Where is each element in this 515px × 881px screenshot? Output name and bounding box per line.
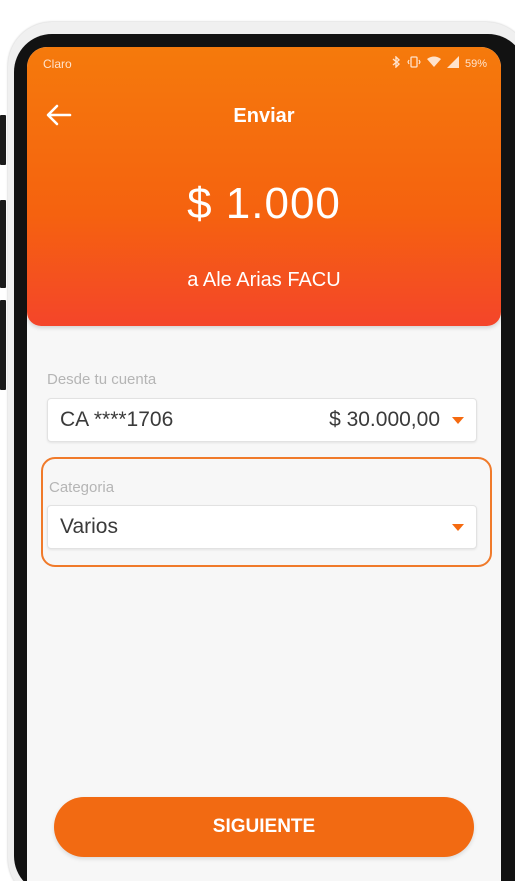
- carrier-label: Claro: [43, 57, 72, 71]
- bluetooth-icon: [392, 55, 401, 71]
- status-icons: 59%: [392, 55, 487, 71]
- page-title: Enviar: [233, 105, 295, 127]
- next-button[interactable]: SIGUIENTE: [54, 797, 474, 857]
- chevron-down-icon: [452, 416, 464, 424]
- header: Claro 59% Enviar $ 1.000 a Ale Arias FAC…: [27, 47, 501, 326]
- account-number: CA ****1706: [60, 408, 174, 431]
- vibrate-icon: [407, 56, 421, 71]
- phone-side-button: [0, 300, 6, 390]
- transfer-amount: $ 1.000: [187, 179, 341, 228]
- recipient-label: a Ale Arias FACU: [187, 269, 341, 291]
- phone-side-button: [0, 200, 6, 288]
- account-label: Desde tu cuenta: [47, 371, 157, 388]
- account-balance-group: $ 30.000,00: [329, 408, 464, 432]
- wifi-icon: [426, 56, 441, 71]
- account-select[interactable]: CA ****1706 $ 30.000,00: [47, 398, 477, 442]
- account-balance: $ 30.000,00: [329, 408, 440, 431]
- status-bar: Claro 59%: [27, 47, 501, 83]
- battery-label: 59%: [464, 57, 487, 70]
- category-highlight-outline: [41, 457, 492, 567]
- page: Claro 59% Enviar $ 1.000 a Ale Arias FAC…: [0, 0, 515, 881]
- signal-icon: [446, 56, 459, 71]
- phone-side-button: [0, 115, 6, 165]
